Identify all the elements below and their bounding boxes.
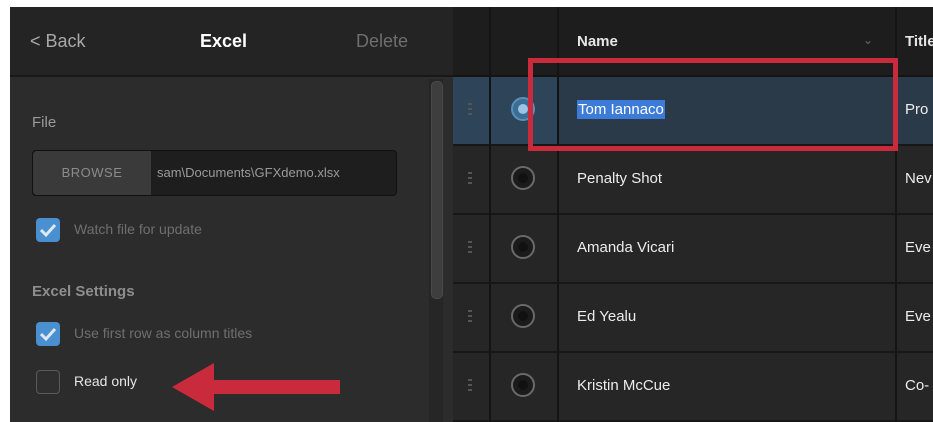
- row-name[interactable]: Penalty Shot: [577, 170, 662, 187]
- browse-button[interactable]: BROWSE: [33, 151, 151, 195]
- table-row[interactable]: Kristin McCue Co-: [453, 353, 933, 422]
- row-title[interactable]: Pro: [905, 101, 928, 118]
- row-radio-cell: [491, 215, 557, 282]
- column-divider: [489, 7, 491, 422]
- watch-file-label: Watch file for update: [74, 221, 202, 237]
- row-title[interactable]: Eve: [905, 239, 931, 256]
- drag-handle-icon[interactable]: [453, 77, 489, 144]
- row-radio[interactable]: [511, 373, 535, 397]
- row-title[interactable]: Nev: [905, 170, 932, 187]
- row-radio-cell: [491, 353, 557, 420]
- read-only-label: Read only: [74, 373, 138, 389]
- column-header-title[interactable]: Title: [905, 33, 933, 50]
- panel-title: Excel: [200, 31, 248, 51]
- read-only-checkbox[interactable]: [36, 370, 60, 394]
- row-name[interactable]: Kristin McCue: [577, 377, 670, 394]
- excel-settings-label: Excel Settings: [32, 283, 135, 300]
- row-radio[interactable]: [511, 235, 535, 259]
- scrollbar-thumb[interactable]: [431, 81, 443, 299]
- settings-panel: < Back Excel Delete File BROWSE sam\Docu…: [10, 7, 453, 422]
- row-name[interactable]: Amanda Vicari: [577, 239, 674, 256]
- column-header-name[interactable]: Name: [577, 33, 618, 50]
- file-section-label: File: [32, 114, 57, 131]
- drag-handle-icon[interactable]: [453, 284, 489, 351]
- panel-header: < Back Excel Delete: [10, 7, 453, 77]
- table-row[interactable]: Penalty Shot Nev: [453, 146, 933, 215]
- file-picker: BROWSE sam\Documents\GFXdemo.xlsx: [32, 150, 397, 196]
- checkmark-icon: [39, 223, 57, 238]
- drag-handle-icon[interactable]: [453, 215, 489, 282]
- watch-file-checkbox[interactable]: [36, 218, 60, 242]
- row-radio[interactable]: [511, 166, 535, 190]
- back-button[interactable]: < Back: [30, 31, 86, 52]
- table-row[interactable]: Ed Yealu Eve: [453, 284, 933, 353]
- drag-handle-icon[interactable]: [453, 146, 489, 213]
- first-row-titles-checkbox[interactable]: [36, 322, 60, 346]
- row-title[interactable]: Eve: [905, 308, 931, 325]
- drag-handle-icon[interactable]: [453, 353, 489, 420]
- row-radio-cell: [491, 284, 557, 351]
- annotation-arrow-icon: [172, 363, 340, 411]
- annotation-highlight-box: [528, 58, 898, 151]
- row-name[interactable]: Ed Yealu: [577, 308, 636, 325]
- row-radio[interactable]: [511, 304, 535, 328]
- chevron-down-icon[interactable]: ⌄: [863, 33, 873, 47]
- file-path-field[interactable]: sam\Documents\GFXdemo.xlsx: [157, 151, 393, 195]
- checkmark-icon: [39, 327, 57, 342]
- row-title[interactable]: Co-: [905, 377, 929, 394]
- row-radio-cell: [491, 146, 557, 213]
- table-row[interactable]: Amanda Vicari Eve: [453, 215, 933, 284]
- first-row-titles-label: Use first row as column titles: [74, 325, 253, 341]
- delete-button[interactable]: Delete: [356, 31, 408, 52]
